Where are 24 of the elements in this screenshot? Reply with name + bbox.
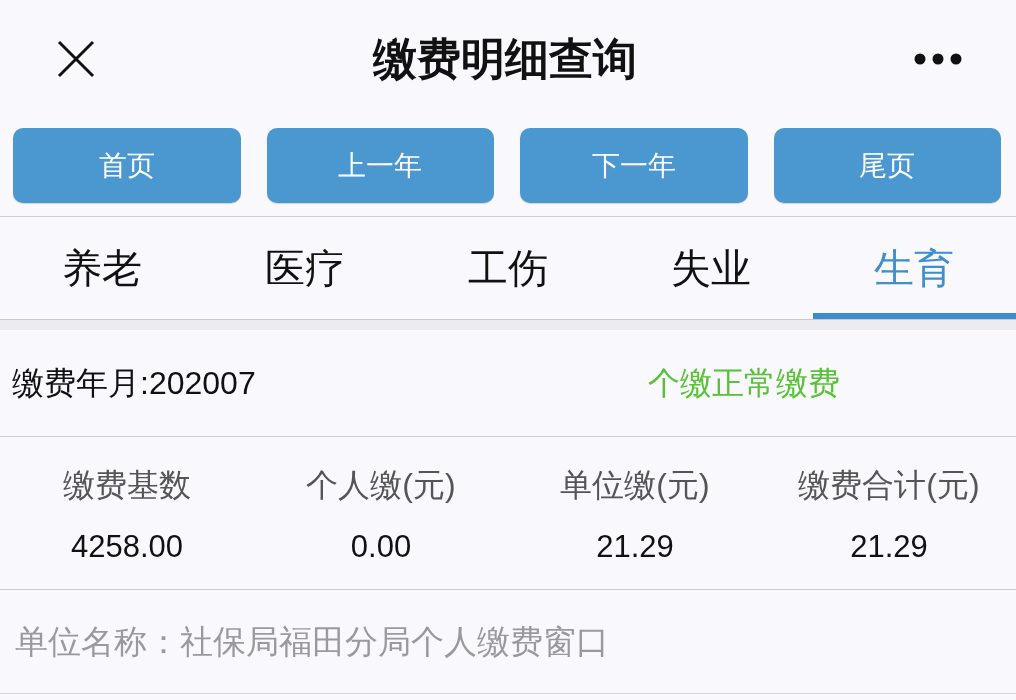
tab[interactable]: 失业 bbox=[609, 217, 813, 319]
column-header: 个人缴(元) bbox=[305, 468, 457, 501]
column-header: 缴费基数 bbox=[62, 468, 192, 501]
page-title: 缴费明细查询 bbox=[372, 37, 637, 81]
tab[interactable]: 医疗 bbox=[203, 217, 407, 319]
more-button[interactable] bbox=[914, 53, 962, 65]
payment-status: 个缴正常缴费 bbox=[648, 364, 840, 403]
column-header: 缴费合计(元) bbox=[797, 468, 981, 501]
nav-button[interactable]: 下一年 bbox=[520, 128, 748, 203]
unit-name: 单位名称：社保局福田分局个人缴费窗口 bbox=[15, 621, 609, 662]
tab[interactable]: 工伤 bbox=[406, 217, 610, 319]
more-icon bbox=[914, 53, 962, 65]
nav-button[interactable]: 上一年 bbox=[266, 128, 494, 203]
close-button[interactable] bbox=[57, 40, 95, 78]
column-header: 单位缴(元) bbox=[559, 468, 711, 501]
table-cell-text: 21.29 bbox=[595, 530, 675, 562]
nav-button[interactable]: 尾页 bbox=[773, 128, 1001, 203]
table-cell-text: 21.29 bbox=[849, 530, 929, 562]
tab[interactable]: 养老 bbox=[0, 217, 204, 319]
close-icon bbox=[57, 40, 95, 78]
nav-button[interactable]: 首页 bbox=[13, 128, 241, 203]
table-cell-text: 0.00 bbox=[349, 530, 413, 562]
payment-period: 缴费年月:202007 bbox=[12, 364, 257, 403]
table-cell-text: 4258.00 bbox=[69, 530, 185, 562]
